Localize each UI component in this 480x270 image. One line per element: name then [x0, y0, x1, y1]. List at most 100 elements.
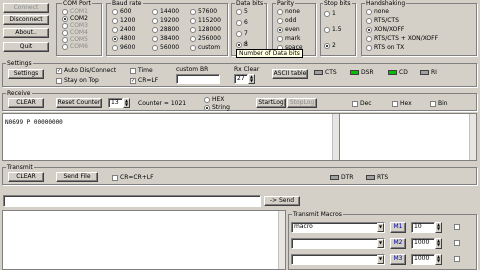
radio-hex[interactable]: HEX	[204, 96, 224, 103]
radio-baud-28800[interactable]: 28800	[152, 26, 179, 33]
send-button[interactable]: -> Send	[264, 196, 300, 206]
radio-databits-7[interactable]: 7	[236, 30, 248, 37]
custom-br-input[interactable]	[176, 74, 220, 84]
cr-crlf-checkbox[interactable]: CR=CR+LF	[112, 174, 154, 181]
radio-com1[interactable]: COM1	[62, 8, 88, 15]
radio-com6-label: COM6	[70, 43, 88, 50]
radio-parity-even[interactable]: even	[277, 26, 300, 33]
auto-dis-connect-checkbox[interactable]: ✓ Auto Dis/Connect	[56, 67, 116, 74]
transmit-input[interactable]	[3, 195, 261, 207]
radio-stopbits-1[interactable]: 1	[324, 10, 336, 17]
radio-baud-custom[interactable]: custom	[190, 44, 220, 51]
radio-parity-odd[interactable]: odd	[277, 17, 296, 24]
radio-parity-none[interactable]: none	[277, 8, 300, 15]
macro-1-interval[interactable]: 10	[411, 222, 435, 233]
macro-3-interval[interactable]: 1000	[411, 254, 435, 265]
macro-2-select[interactable]: ▼	[291, 238, 385, 249]
rts-toggle[interactable]: RTS	[366, 174, 388, 181]
ascii-table-button[interactable]: ASCII table	[272, 69, 308, 79]
macro-1-button[interactable]: M1	[390, 222, 406, 233]
radio-com2[interactable]: COM2	[62, 15, 88, 22]
radio-com3[interactable]: COM3	[62, 22, 88, 29]
radio-com1-label: COM1	[70, 8, 88, 15]
radio-baud-56000[interactable]: 56000	[152, 44, 179, 51]
radio-hs-none[interactable]: none	[366, 8, 389, 15]
radio-databits-5-label: 5	[244, 8, 248, 15]
radio-hs-xon-xoff[interactable]: XON/XOFF	[366, 26, 404, 33]
counter-spinner[interactable]: ▲ ▼	[123, 98, 130, 108]
transmit-scrollbar[interactable]	[278, 211, 285, 269]
ri-label: RI	[431, 69, 437, 76]
dec-checkbox[interactable]: Dec	[352, 100, 372, 107]
radio-baud-1200[interactable]: 1200	[112, 17, 135, 24]
rx-clear-input[interactable]: 27	[234, 74, 248, 84]
radio-baud-4800[interactable]: 4800	[112, 35, 135, 42]
radio-baud-57600[interactable]: 57600	[190, 8, 217, 15]
radio-baud-19200[interactable]: 19200	[152, 17, 179, 24]
macro-2-checkbox[interactable]	[454, 240, 462, 246]
stoplog-button[interactable]: StopLog	[287, 98, 317, 108]
radio-baud-115200[interactable]: 115200	[190, 17, 221, 24]
radio-baud-9600[interactable]: 9600	[112, 44, 135, 51]
settings-button[interactable]: Settings	[8, 69, 44, 79]
macro-3-select[interactable]: ▼	[291, 254, 385, 265]
radio-baud-600-label: 600	[120, 8, 132, 15]
radio-hs-rts-cts-xon[interactable]: RTS/CTS + XON/XOFF	[366, 35, 438, 42]
radio-com6[interactable]: COM6	[62, 43, 88, 50]
about-button[interactable]: About..	[3, 28, 49, 38]
receive-text: N0699 P 00000000	[5, 119, 63, 126]
macro-1-checkbox[interactable]	[454, 224, 462, 230]
macro-3-checkbox[interactable]	[454, 256, 462, 262]
macro-2-button[interactable]: M2	[390, 238, 406, 249]
radio-baud-38400-label: 38400	[160, 35, 180, 42]
chevron-down-icon: ▼	[377, 255, 384, 264]
macro-1-select[interactable]: macro ▼	[291, 222, 385, 233]
radio-baud-38400[interactable]: 38400	[152, 35, 179, 42]
radio-hs-rts-on-tx[interactable]: RTS on TX	[366, 44, 404, 51]
transmit-text-area[interactable]	[2, 210, 286, 270]
ri-indicator: RI	[420, 69, 437, 76]
cr-lf-checkbox[interactable]: ✓ CR=LF	[130, 77, 158, 84]
cr-crlf-label: CR=CR+LF	[120, 174, 154, 181]
transmit-clear-button[interactable]: CLEAR	[8, 172, 44, 182]
rx-clear-spinner[interactable]: ▲ ▼	[248, 74, 255, 84]
macro-2-spinner[interactable]: ▲ ▼	[435, 238, 442, 249]
radio-baud-custom-label: custom	[198, 44, 221, 51]
radio-baud-2400[interactable]: 2400	[112, 26, 135, 33]
send-file-button[interactable]: Send File	[56, 172, 98, 182]
receive-hex-scrollbar[interactable]	[469, 114, 476, 160]
startlog-button[interactable]: StartLog	[256, 98, 286, 108]
quit-button[interactable]: Quit	[3, 42, 49, 52]
connect-button[interactable]: Connect	[3, 3, 49, 13]
macro-3-button[interactable]: M3	[390, 254, 406, 265]
disconnect-button[interactable]: Disconnect	[3, 15, 49, 25]
radio-baud-14400[interactable]: 14400	[152, 8, 179, 15]
radio-databits-6[interactable]: 6	[236, 19, 248, 26]
macro-3-spinner[interactable]: ▲ ▼	[435, 254, 442, 265]
receive-clear-button[interactable]: CLEAR	[8, 98, 44, 108]
reset-counter-button[interactable]: Reset Counter	[56, 98, 102, 108]
hex-checkbox[interactable]: Hex	[392, 100, 412, 107]
bin-checkbox[interactable]: Bin	[430, 100, 448, 107]
receive-title: Receive	[6, 90, 32, 97]
radio-parity-mark[interactable]: mark	[277, 35, 300, 42]
radio-com4[interactable]: COM4	[62, 29, 88, 36]
radio-databits-5[interactable]: 5	[236, 8, 248, 15]
hex-label: Hex	[400, 100, 412, 107]
stay-on-top-checkbox[interactable]: Stay on Top	[56, 77, 99, 84]
receive-scrollbar[interactable]	[332, 114, 339, 160]
radio-baud-600[interactable]: 600	[112, 8, 131, 15]
counter-input[interactable]: 13	[108, 98, 123, 108]
radio-baud-128000[interactable]: 128000	[190, 26, 221, 33]
macro-2-interval[interactable]: 1000	[411, 238, 435, 249]
radio-stopbits-2[interactable]: 2	[324, 42, 336, 49]
radio-com5[interactable]: COM5	[62, 36, 88, 43]
radio-string[interactable]: String	[204, 104, 230, 111]
radio-stopbits-1-5[interactable]: 1.5	[324, 26, 342, 33]
macro-1-spinner[interactable]: ▲ ▼	[435, 222, 442, 233]
radio-hs-rts-cts[interactable]: RTS/CTS	[366, 17, 399, 24]
radio-stopbits-1-5-label: 1.5	[332, 26, 342, 33]
radio-baud-256000[interactable]: 256000	[190, 35, 221, 42]
time-checkbox[interactable]: Time	[130, 67, 153, 74]
dtr-toggle[interactable]: DTR	[330, 174, 353, 181]
